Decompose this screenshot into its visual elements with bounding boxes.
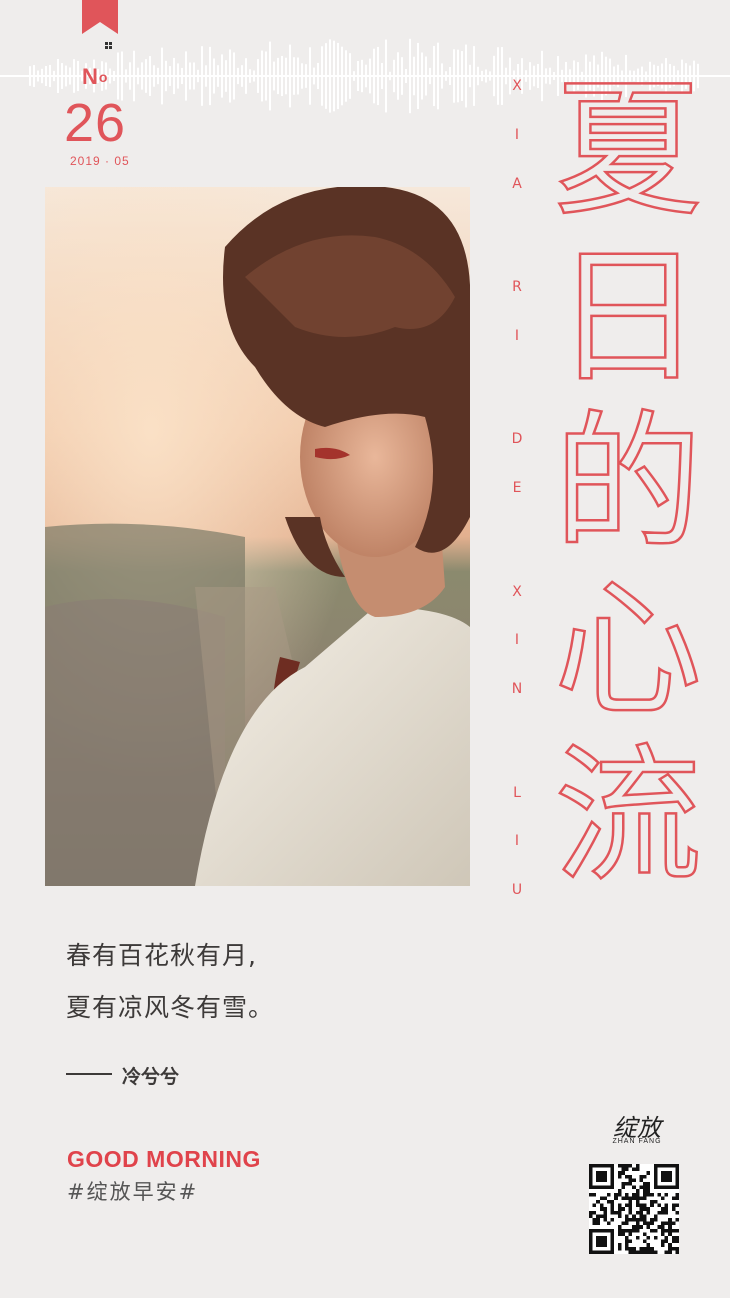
pinyin-letter: X (512, 78, 522, 94)
hashtag: #绽放早安# (67, 1180, 199, 1204)
pinyin-letter: D (511, 431, 523, 448)
author-dash (66, 1073, 112, 1075)
pinyin-letter: I (514, 327, 520, 344)
pinyin-letter: A (512, 175, 522, 192)
title-pinyin: X I A R I D E X I N L I U (503, 78, 531, 898)
quote-line: 春有百花秋有月, (66, 941, 257, 970)
pinyin-letter: U (511, 882, 523, 898)
main-title: 夏 日 的 心 流 (548, 64, 708, 902)
portrait-photo (45, 187, 470, 886)
brand-subtitle: ZHAN FANG (612, 1138, 662, 1145)
greeting: GOOD MORNING (67, 1146, 261, 1172)
title-char: 的 (553, 397, 704, 569)
pinyin-letter: L (513, 784, 521, 801)
issue-number: 26 (64, 93, 127, 153)
quote: 春有百花秋有月, 夏有凉风冬有雪。 (66, 930, 274, 1034)
qr-code[interactable] (589, 1164, 679, 1254)
pinyin-letter: I (514, 126, 520, 143)
pinyin-letter: I (514, 833, 520, 850)
title-char: 夏 (553, 64, 704, 236)
issue-label: No (82, 64, 109, 89)
quote-author: 冷兮兮 (122, 1066, 180, 1088)
bookmark-icon (82, 0, 118, 34)
pinyin-letter: I (514, 632, 520, 649)
pinyin-letter: N (511, 681, 523, 697)
pinyin-letter: X (512, 583, 522, 600)
quote-line: 夏有凉风冬有雪。 (66, 993, 275, 1022)
title-char: 日 (553, 230, 704, 403)
title-char: 心 (553, 563, 704, 736)
title-char: 流 (553, 730, 704, 902)
issue-date: 2019 · 05 (70, 154, 130, 168)
pinyin-letter: E (512, 480, 522, 496)
pinyin-letter: R (512, 279, 522, 295)
